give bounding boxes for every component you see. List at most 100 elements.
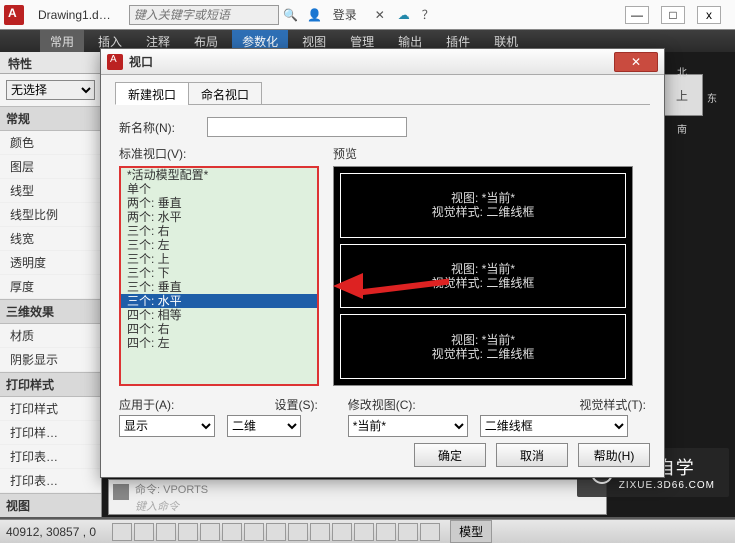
status-toggle[interactable] [376, 523, 396, 541]
viewport-config-item[interactable]: 两个: 垂直 [121, 196, 317, 210]
viewcube-north[interactable]: 北 [677, 64, 687, 79]
command-prompt: 命令: VPORTS [109, 480, 606, 498]
standard-viewports-label: 标准视口(V): [119, 145, 319, 162]
viewport-config-item[interactable]: 四个: 相等 [121, 308, 317, 322]
prop-section-general[interactable]: 常规 [0, 106, 101, 131]
watermark-url: ZIXUE.3D66.COM [619, 480, 715, 491]
viewport-config-item[interactable]: 三个: 水平 [121, 294, 317, 308]
window-minimize[interactable]: — [625, 6, 649, 24]
tab-new-viewport[interactable]: 新建视口 [115, 82, 189, 105]
viewport-config-item[interactable]: 三个: 右 [121, 224, 317, 238]
visual-style-select[interactable]: 二维线框 [480, 415, 628, 437]
status-toggles [112, 523, 440, 541]
viewcube-face[interactable]: 上 [661, 74, 703, 116]
coordinates: 40912, 30857 , 0 [6, 525, 106, 539]
window-maximize[interactable]: □ [661, 6, 685, 24]
signin-icon[interactable]: 👤 [306, 6, 324, 24]
status-toggle[interactable] [222, 523, 242, 541]
prop-section-plot[interactable]: 打印样式 [0, 372, 101, 397]
preview-pane[interactable]: 视图: *当前* 视觉样式: 二维线框 [340, 173, 626, 238]
dialog-icon [107, 54, 123, 70]
status-toggle[interactable] [200, 523, 220, 541]
viewport-config-item[interactable]: 三个: 下 [121, 266, 317, 280]
viewport-config-item[interactable]: 两个: 水平 [121, 210, 317, 224]
document-title: Drawing1.d… [30, 8, 119, 22]
prop-row[interactable]: 线型比例 [0, 203, 101, 227]
preview-view-text: 视图: *当前* [451, 191, 515, 205]
prop-row[interactable]: 打印样式 [0, 397, 101, 421]
new-name-input[interactable] [207, 117, 407, 137]
setup-select[interactable]: 二维 [227, 415, 301, 437]
status-toggle[interactable] [178, 523, 198, 541]
change-view-select[interactable]: *当前* [348, 415, 468, 437]
window-close[interactable]: x [697, 6, 721, 24]
prop-row[interactable]: 颜色 [0, 131, 101, 155]
command-hint[interactable]: 键入命令 [109, 498, 606, 514]
preview-style-text: 视觉样式: 二维线框 [432, 276, 535, 290]
titlebar: Drawing1.d… 🔍 👤 登录 ✕ ☁ ？ — □ x [0, 0, 735, 30]
selection-dropdown[interactable]: 无选择 [6, 80, 95, 100]
prop-row[interactable]: 线型 [0, 179, 101, 203]
viewport-config-item[interactable]: 三个: 垂直 [121, 280, 317, 294]
search-icon[interactable]: 🔍 [282, 6, 300, 24]
prop-section-view[interactable]: 视图 [0, 493, 101, 517]
standard-viewports-list[interactable]: *活动模型配置*单个两个: 垂直两个: 水平三个: 右三个: 左三个: 上三个:… [119, 166, 319, 386]
status-toggle[interactable] [288, 523, 308, 541]
cloud-icon[interactable]: ☁ [395, 6, 413, 24]
apply-to-select[interactable]: 显示 [119, 415, 215, 437]
prop-row[interactable]: 材质 [0, 324, 101, 348]
status-toggle[interactable] [266, 523, 286, 541]
prop-row[interactable]: 阴影显示 [0, 348, 101, 372]
exchange-icon[interactable]: ✕ [371, 6, 389, 24]
viewcube-south[interactable]: 南 [677, 121, 687, 136]
prop-row[interactable]: 厚度 [0, 275, 101, 299]
properties-title: 特性 [0, 52, 101, 74]
preview-style-text: 视觉样式: 二维线框 [432, 205, 535, 219]
status-toggle[interactable] [310, 523, 330, 541]
setup-label: 设置(S): [274, 396, 317, 413]
preview-pane[interactable]: 视图: *当前* 视觉样式: 二维线框 [340, 314, 626, 379]
viewport-config-item[interactable]: 三个: 左 [121, 238, 317, 252]
tab-named-viewport[interactable]: 命名视口 [188, 82, 262, 105]
status-toggle[interactable] [398, 523, 418, 541]
status-toggle[interactable] [332, 523, 352, 541]
model-space-tab[interactable]: 模型 [450, 520, 492, 543]
viewport-config-item[interactable]: 单个 [121, 182, 317, 196]
viewport-config-item[interactable]: 四个: 右 [121, 322, 317, 336]
prop-row[interactable]: 打印表… [0, 469, 101, 493]
viewcube-east[interactable]: 东 [707, 90, 717, 105]
change-view-label: 修改视图(C): [348, 396, 416, 413]
prop-row[interactable]: 打印表… [0, 445, 101, 469]
dialog-close-button[interactable]: ✕ [614, 52, 658, 72]
status-toggle[interactable] [112, 523, 132, 541]
prop-row[interactable]: 打印样… [0, 421, 101, 445]
status-toggle[interactable] [244, 523, 264, 541]
preview-view-text: 视图: *当前* [451, 262, 515, 276]
app-icon[interactable] [4, 5, 24, 25]
search-input[interactable] [129, 5, 279, 25]
help-icon[interactable]: ？ [419, 6, 437, 24]
preview-pane[interactable]: 视图: *当前* 视觉样式: 二维线框 [340, 244, 626, 309]
status-toggle[interactable] [354, 523, 374, 541]
help-button[interactable]: 帮助(H) [578, 443, 650, 467]
viewport-config-item[interactable]: 四个: 左 [121, 336, 317, 350]
prop-section-3d[interactable]: 三维效果 [0, 299, 101, 324]
status-toggle[interactable] [156, 523, 176, 541]
dialog-titlebar[interactable]: 视口 ✕ [101, 49, 664, 75]
status-toggle[interactable] [420, 523, 440, 541]
signin-link[interactable]: 登录 [333, 6, 357, 23]
statusbar: 40912, 30857 , 0 模型 [0, 519, 735, 543]
commandline[interactable]: 命令: VPORTS 键入命令 [108, 479, 607, 515]
ok-button[interactable]: 确定 [414, 443, 486, 467]
cancel-button[interactable]: 取消 [496, 443, 568, 467]
apply-to-label: 应用于(A): [119, 396, 174, 413]
prop-row[interactable]: 线宽 [0, 227, 101, 251]
ribbon-tab-home[interactable]: 常用 [40, 30, 84, 53]
prop-row[interactable]: 透明度 [0, 251, 101, 275]
viewport-config-item[interactable]: 三个: 上 [121, 252, 317, 266]
prop-row[interactable]: 图层 [0, 155, 101, 179]
status-toggle[interactable] [134, 523, 154, 541]
viewport-config-item[interactable]: *活动模型配置* [121, 168, 317, 182]
preview-label: 预览 [333, 145, 633, 162]
commandline-icon [113, 484, 129, 500]
